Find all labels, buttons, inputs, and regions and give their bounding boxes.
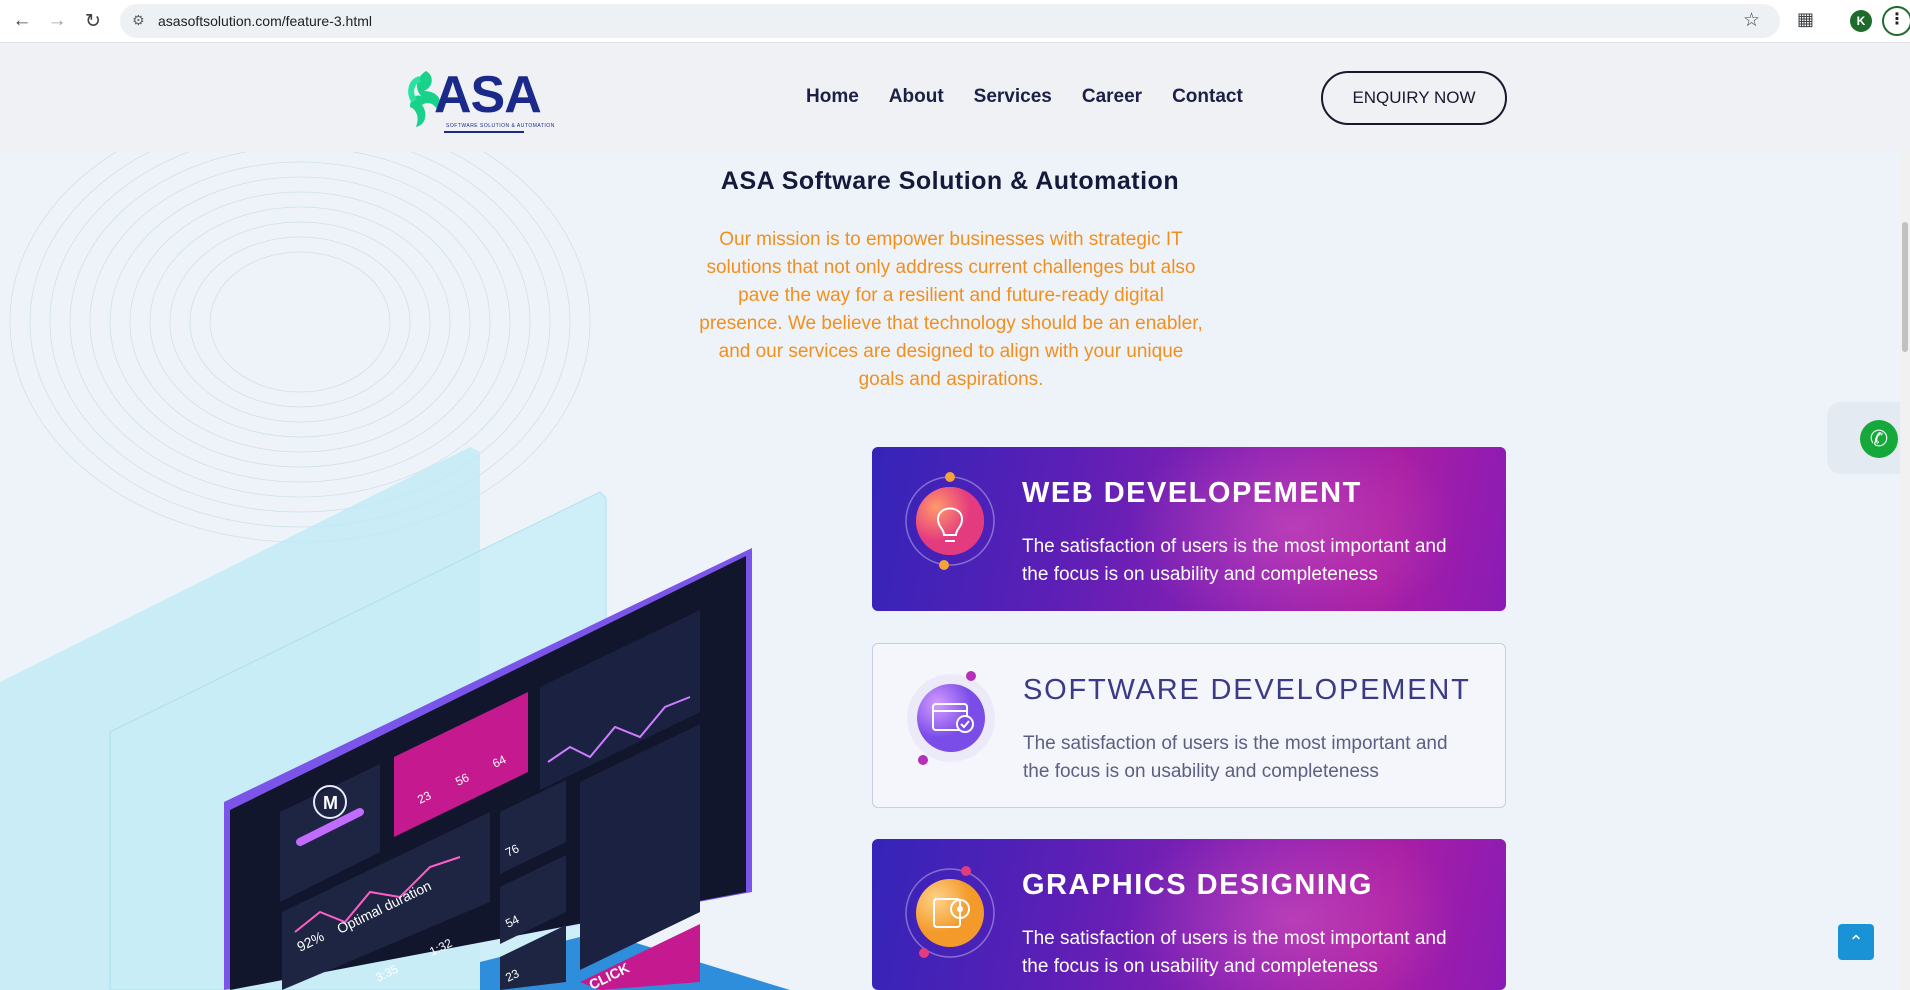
- nav-services[interactable]: Services: [974, 86, 1052, 108]
- service-card-web[interactable]: WEB DEVELOPEMENT The satisfaction of use…: [872, 447, 1506, 611]
- back-icon[interactable]: ←: [9, 8, 35, 34]
- nav-contact[interactable]: Contact: [1172, 86, 1243, 108]
- design-gear-icon: [905, 866, 995, 958]
- site-header: ASA SOFTWARE SOLUTION & AUTOMATION Home …: [0, 44, 1910, 152]
- nav-career[interactable]: Career: [1082, 86, 1142, 108]
- card-description: The satisfaction of users is the most im…: [1023, 733, 1448, 782]
- site-logo[interactable]: ASA SOFTWARE SOLUTION & AUTOMATION: [404, 61, 554, 141]
- mission-statement: Our mission is to empower businesses wit…: [699, 229, 1203, 390]
- page-title: ASA Software Solution & Automation: [720, 167, 1180, 195]
- browser-toolbar: ← → ↻ ⚙ asasoftsolution.com/feature-3.ht…: [0, 0, 1910, 43]
- site-info-icon[interactable]: ⚙: [132, 12, 145, 29]
- swirl-pattern: [9, 152, 591, 543]
- browser-menu-icon[interactable]: ⋮: [1882, 6, 1910, 36]
- forward-icon[interactable]: →: [44, 8, 70, 34]
- card-title: SOFTWARE DEVELOPEMENT: [1023, 674, 1471, 706]
- card-title: GRAPHICS DESIGNING: [1022, 869, 1373, 901]
- enquiry-now-button[interactable]: ENQUIRY NOW: [1321, 71, 1507, 125]
- call-widget[interactable]: ✆: [1827, 402, 1910, 474]
- nav-home[interactable]: Home: [806, 86, 859, 108]
- code-window-icon: [907, 671, 995, 765]
- profile-avatar[interactable]: K: [1850, 10, 1872, 32]
- url-text[interactable]: asasoftsolution.com/feature-3.html: [158, 13, 372, 29]
- service-card-graphics[interactable]: GRAPHICS DESIGNING The satisfaction of u…: [872, 839, 1506, 990]
- logo-tagline: SOFTWARE SOLUTION & AUTOMATION: [446, 123, 555, 129]
- logo-underline: [444, 131, 524, 133]
- lightbulb-brain-icon: [905, 472, 995, 570]
- avatar-letter: M: [323, 793, 338, 813]
- bookmark-star-icon[interactable]: ☆: [1743, 9, 1760, 32]
- card-description: The satisfaction of users is the most im…: [1022, 536, 1447, 585]
- extensions-icon[interactable]: ▦: [1797, 9, 1814, 30]
- scrollbar-thumb[interactable]: [1902, 222, 1908, 352]
- card-title: WEB DEVELOPEMENT: [1022, 477, 1362, 509]
- main-nav: Home About Services Career Contact: [806, 86, 1243, 108]
- chevron-up-icon: ⌃: [1848, 932, 1864, 952]
- hero-illustration: M 23 56 64 92% Optimal duration 1:32 3:3…: [0, 152, 790, 990]
- address-bar[interactable]: ⚙ asasoftsolution.com/feature-3.html ☆: [120, 4, 1780, 38]
- scroll-to-top-button[interactable]: ⌃: [1838, 924, 1874, 960]
- reload-icon[interactable]: ↻: [80, 8, 106, 34]
- service-card-software[interactable]: SOFTWARE DEVELOPEMENT The satisfaction o…: [872, 643, 1506, 808]
- nav-about[interactable]: About: [889, 86, 944, 108]
- logo-wordmark: ASA: [434, 66, 542, 124]
- card-description: The satisfaction of users is the most im…: [1022, 928, 1447, 977]
- phone-icon[interactable]: ✆: [1860, 420, 1898, 458]
